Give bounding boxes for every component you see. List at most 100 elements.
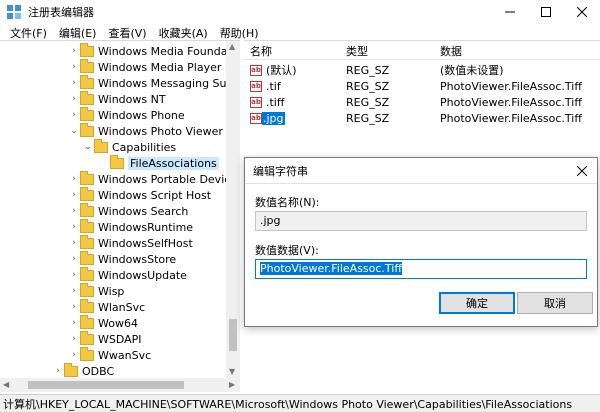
column-header-name[interactable]: 名称	[250, 43, 272, 59]
chevron-right-icon[interactable]: ›	[68, 43, 80, 59]
value-name-field[interactable]: .jpg	[255, 211, 587, 231]
string-value-icon: ab	[250, 64, 262, 76]
folder-icon	[80, 106, 94, 121]
chevron-right-icon[interactable]: ›	[68, 91, 80, 107]
folder-icon	[80, 250, 94, 265]
cancel-button[interactable]: 取消	[517, 292, 593, 314]
chevron-right-icon[interactable]: ›	[68, 331, 80, 347]
chevron-right-icon[interactable]: ›	[68, 75, 80, 91]
ok-button[interactable]: 确定	[439, 292, 515, 314]
column-header-type[interactable]: 类型	[346, 43, 368, 59]
tree-horizontal-scrollbar[interactable]: ◀ ▶	[0, 378, 240, 392]
scrollbar-thumb[interactable]	[229, 319, 237, 351]
chevron-right-icon[interactable]: ›	[68, 315, 80, 331]
chevron-right-icon[interactable]: ›	[68, 219, 80, 235]
tree-item[interactable]: › Windows Phone	[68, 106, 185, 123]
scroll-down-icon[interactable]: ▼	[229, 367, 235, 376]
value-type: REG_SZ	[346, 63, 390, 77]
tree-item[interactable]: › Windows Messaging Subsys	[68, 74, 239, 91]
close-icon	[577, 166, 587, 176]
tree-item[interactable]: › Windows Script Host	[68, 186, 211, 203]
tree-item[interactable]: › Windows Media Foundation	[68, 42, 239, 59]
menu-favorites[interactable]: 收藏夹(A)	[153, 25, 214, 41]
dialog-title: 编辑字符串	[253, 164, 308, 178]
tree-item[interactable]: › Wow64	[68, 314, 138, 331]
scroll-up-icon[interactable]: ▲	[229, 42, 235, 51]
tree-item[interactable]: › WwanSvc	[68, 346, 151, 363]
folder-icon	[80, 330, 94, 345]
folder-icon	[80, 218, 94, 233]
tree-item[interactable]: ⌄ Capabilities	[82, 138, 176, 155]
tree-vertical-scrollbar[interactable]: ▲ ▼	[226, 41, 240, 379]
chevron-right-icon[interactable]: ›	[52, 363, 64, 379]
close-button[interactable]	[564, 0, 600, 24]
tree-item[interactable]: › Windows Portable Devices	[68, 170, 239, 187]
column-header-data[interactable]: 数据	[440, 43, 462, 59]
chevron-right-icon[interactable]: ›	[68, 107, 80, 123]
scrollbar-thumb[interactable]	[28, 381, 184, 389]
list-row-selected[interactable]: ab .jpg REG_SZ PhotoViewer.FileAssoc.Tif…	[244, 110, 600, 126]
tree-item[interactable]: › Wisp	[68, 282, 124, 299]
chevron-right-icon[interactable]: ›	[68, 347, 80, 363]
tree-item[interactable]: › WindowsStore	[68, 250, 176, 267]
scroll-left-icon[interactable]: ◀	[3, 380, 9, 389]
chevron-right-icon[interactable]: ›	[68, 299, 80, 315]
minimize-icon	[505, 11, 515, 13]
status-bar: 计算机\HKEY_LOCAL_MACHINE\SOFTWARE\Microsof…	[0, 394, 600, 412]
value-name-label: 数值名称(N):	[255, 196, 320, 209]
list-header: 名称 类型 数据	[244, 42, 600, 60]
tree-item[interactable]: › WSDAPI	[68, 330, 142, 347]
folder-icon	[80, 122, 94, 137]
tree-item[interactable]: › ODBC	[52, 362, 114, 379]
chevron-right-icon[interactable]: ›	[68, 267, 80, 283]
tree-item[interactable]: › WindowsUpdate	[68, 266, 187, 283]
tree-item[interactable]: › Windows NT	[68, 90, 166, 107]
list-row[interactable]: ab .tif REG_SZ PhotoViewer.FileAssoc.Tif…	[244, 78, 600, 94]
chevron-down-icon[interactable]: ⌄	[68, 123, 80, 139]
list-row[interactable]: ab .tiff REG_SZ PhotoViewer.FileAssoc.Ti…	[244, 94, 600, 110]
value-data-field[interactable]: PhotoViewer.FileAssoc.Tiff	[255, 259, 587, 279]
chevron-right-icon[interactable]: ›	[68, 283, 80, 299]
menu-edit[interactable]: 编辑(E)	[53, 25, 103, 41]
registry-path: 计算机\HKEY_LOCAL_MACHINE\SOFTWARE\Microsof…	[3, 397, 573, 411]
tree-item[interactable]: › WindowsRuntime	[68, 218, 193, 235]
string-value-icon: ab	[250, 112, 262, 124]
tree-item-selected[interactable]: FileAssociations	[98, 154, 219, 171]
chevron-right-icon[interactable]: ›	[68, 187, 80, 203]
value-type: REG_SZ	[346, 79, 390, 93]
folder-icon	[80, 234, 94, 249]
chevron-right-icon[interactable]: ›	[68, 235, 80, 251]
dialog-close-button[interactable]	[573, 162, 591, 180]
folder-icon	[64, 362, 78, 377]
chevron-right-icon[interactable]: ›	[68, 59, 80, 75]
folder-icon	[80, 282, 94, 297]
value-data: PhotoViewer.FileAssoc.Tiff	[440, 95, 582, 109]
chevron-right-icon[interactable]: ›	[68, 251, 80, 267]
chevron-down-icon[interactable]: ⌄	[82, 139, 94, 155]
value-data-label: 数值数据(V):	[255, 244, 319, 257]
value-name: (默认)	[266, 64, 297, 77]
chevron-right-icon[interactable]: ›	[68, 171, 80, 187]
value-data: (数值未设置)	[440, 64, 504, 77]
tree-item[interactable]: › WindowsSelfHost	[68, 234, 193, 251]
tree-item[interactable]: › WlanSvc	[68, 298, 145, 315]
folder-icon	[80, 74, 94, 89]
close-icon	[577, 7, 587, 17]
dialog-title-bar: 编辑字符串	[245, 158, 597, 184]
tree-item[interactable]: ⌄ Windows Photo Viewer	[68, 122, 223, 139]
menu-help[interactable]: 帮助(H)	[214, 25, 265, 41]
tree-item[interactable]: › Windows Search	[68, 202, 188, 219]
chevron-right-icon[interactable]: ›	[68, 203, 80, 219]
minimize-button[interactable]	[492, 0, 528, 24]
maximize-button[interactable]	[528, 0, 564, 24]
list-row[interactable]: ab (默认) REG_SZ (数值未设置)	[244, 62, 600, 78]
string-value-icon: ab	[250, 96, 262, 108]
scroll-right-icon[interactable]: ▶	[229, 380, 235, 389]
folder-icon	[80, 186, 94, 201]
value-type: REG_SZ	[346, 111, 390, 125]
tree-item[interactable]: › Windows Media Player NSS	[68, 58, 239, 75]
menu-file[interactable]: 文件(F)	[4, 25, 53, 41]
menu-view[interactable]: 查看(V)	[102, 25, 152, 41]
registry-editor-icon	[6, 4, 22, 20]
window-title: 注册表编辑器	[28, 6, 94, 19]
